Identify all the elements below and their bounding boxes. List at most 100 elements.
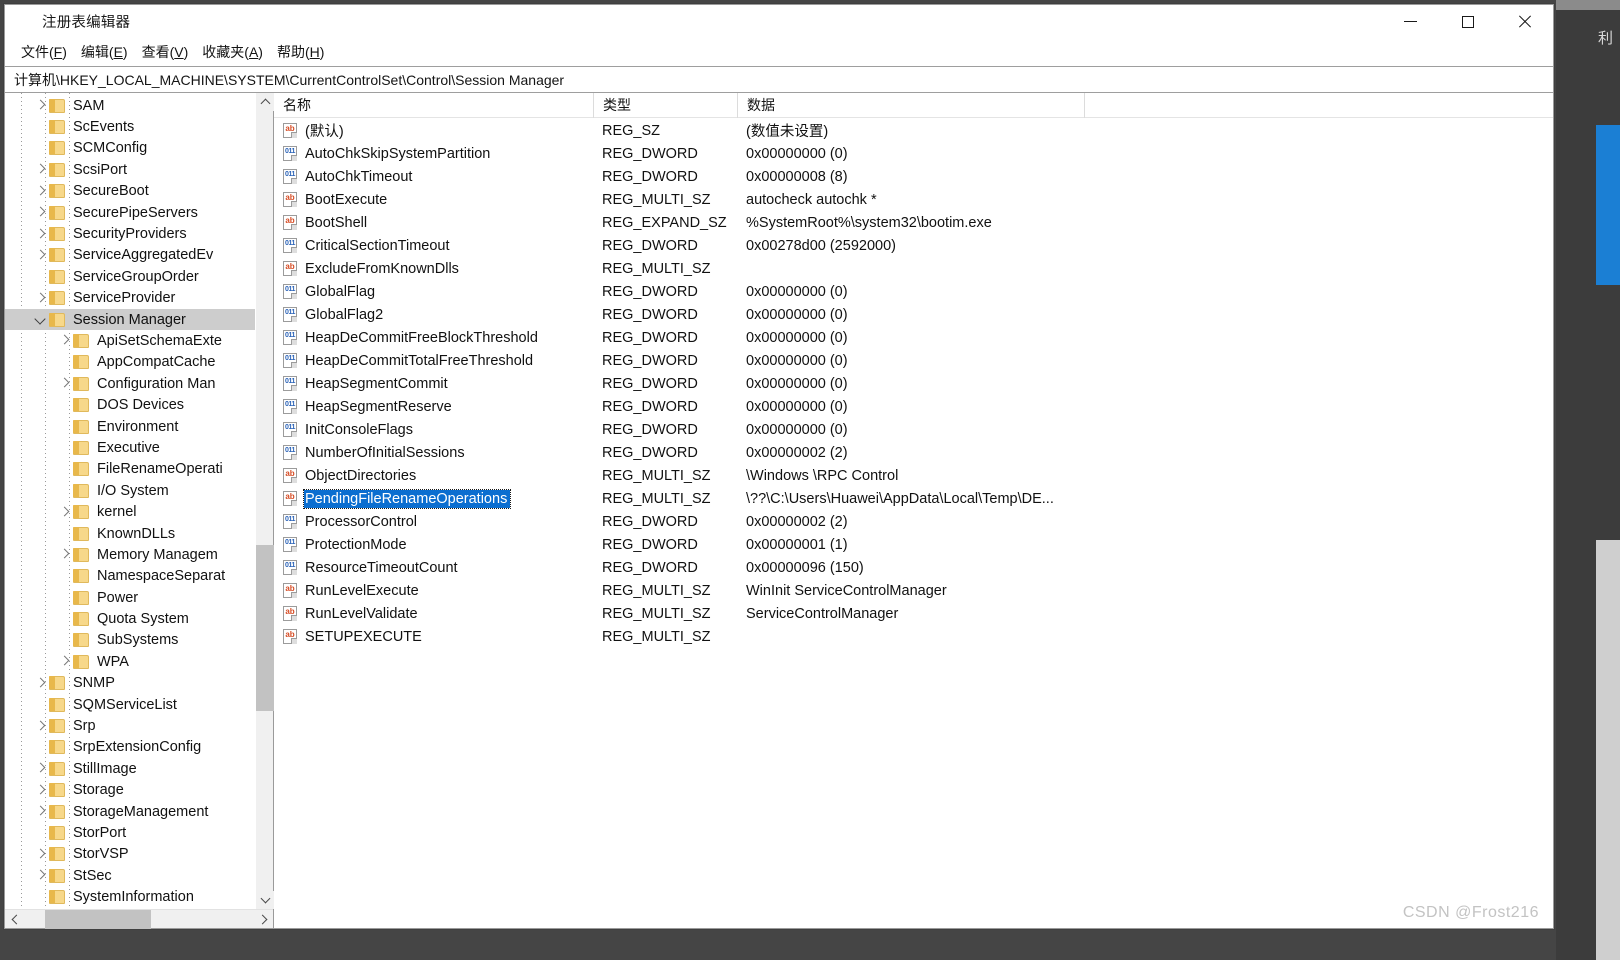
chevron-right-icon[interactable] <box>33 675 49 691</box>
tree-item-serviceaggregatedev[interactable]: ServiceAggregatedEv <box>5 245 255 266</box>
minimize-button[interactable] <box>1382 5 1439 38</box>
table-row[interactable]: 011GlobalFlagREG_DWORD0x00000000 (0) <box>274 280 1553 303</box>
menu-item-favorites[interactable]: 收藏夹(A) <box>198 39 273 66</box>
tree-vertical-scrollbar[interactable] <box>255 93 273 909</box>
table-row[interactable]: 011ProcessorControlREG_DWORD0x00000002 (… <box>274 510 1553 533</box>
table-row[interactable]: 011NumberOfInitialSessionsREG_DWORD0x000… <box>274 441 1553 464</box>
tree-item-securityproviders[interactable]: SecurityProviders <box>5 223 255 244</box>
chevron-right-icon[interactable] <box>33 718 49 734</box>
maximize-button[interactable] <box>1439 5 1496 38</box>
tree-item-quota-system[interactable]: Quota System <box>5 608 255 629</box>
tree-item-systeminformation[interactable]: SystemInformation <box>5 886 255 907</box>
table-row[interactable]: abExcludeFromKnownDllsREG_MULTI_SZ <box>274 257 1553 280</box>
chevron-up-icon[interactable] <box>256 93 274 111</box>
chevron-right-icon[interactable] <box>57 333 73 349</box>
tree-item-filerenameoperati[interactable]: FileRenameOperati <box>5 459 255 480</box>
table-row[interactable]: abRunLevelExecuteREG_MULTI_SZWinInit Ser… <box>274 579 1553 602</box>
chevron-down-icon[interactable] <box>256 891 274 909</box>
column-header-name[interactable]: 名称 <box>274 93 593 118</box>
tree-vscroll-thumb[interactable] <box>256 545 274 711</box>
table-row[interactable]: abPendingFileRenameOperationsREG_MULTI_S… <box>274 487 1553 510</box>
chevron-right-icon[interactable] <box>33 226 49 242</box>
tree-item-srpextensionconfig[interactable]: SrpExtensionConfig <box>5 737 255 758</box>
registry-tree[interactable]: SAMScEventsSCMConfigScsiPortSecureBootSe… <box>5 93 255 909</box>
tree-item-stsec[interactable]: StSec <box>5 865 255 886</box>
chevron-down-icon[interactable] <box>33 312 49 328</box>
tree-item-knowndlls[interactable]: KnownDLLs <box>5 523 255 544</box>
column-header-type[interactable]: 类型 <box>593 93 737 118</box>
tree-item-storagemanagement[interactable]: StorageManagement <box>5 801 255 822</box>
menu-item-view[interactable]: 查看(V) <box>138 39 199 66</box>
chevron-right-icon[interactable] <box>254 910 273 929</box>
table-row[interactable]: abBootExecuteREG_MULTI_SZautocheck autoc… <box>274 188 1553 211</box>
tree-item-scevents[interactable]: ScEvents <box>5 116 255 137</box>
tree-item-executive[interactable]: Executive <box>5 437 255 458</box>
chevron-right-icon[interactable] <box>57 504 73 520</box>
values-list[interactable]: ab(默认)REG_SZ(数值未设置)011AutoChkSkipSystemP… <box>274 118 1553 928</box>
tree-item-scsiport[interactable]: ScsiPort <box>5 159 255 180</box>
chevron-right-icon[interactable] <box>57 547 73 563</box>
chevron-right-icon[interactable] <box>57 376 73 392</box>
tree-item-storvsp[interactable]: StorVSP <box>5 844 255 865</box>
chevron-right-icon[interactable] <box>33 98 49 114</box>
chevron-right-icon[interactable] <box>33 782 49 798</box>
tree-item-wpa[interactable]: WPA <box>5 651 255 672</box>
column-header-data[interactable]: 数据 <box>737 93 1084 118</box>
tree-item-configuration-man[interactable]: Configuration Man <box>5 373 255 394</box>
tree-item-subsystems[interactable]: SubSystems <box>5 630 255 651</box>
tree-item-memory-managem[interactable]: Memory Managem <box>5 544 255 565</box>
tree-item-storport[interactable]: StorPort <box>5 822 255 843</box>
tree-item-storage[interactable]: Storage <box>5 780 255 801</box>
table-row[interactable]: abBootShellREG_EXPAND_SZ%SystemRoot%\sys… <box>274 211 1553 234</box>
tree-item-session-manager[interactable]: Session Manager <box>5 309 255 330</box>
table-row[interactable]: 011HeapDeCommitFreeBlockThresholdREG_DWO… <box>274 326 1553 349</box>
table-row[interactable]: 011ResourceTimeoutCountREG_DWORD0x000000… <box>274 556 1553 579</box>
chevron-right-icon[interactable] <box>33 804 49 820</box>
tree-horizontal-scrollbar[interactable] <box>5 909 273 928</box>
table-row[interactable]: ab(默认)REG_SZ(数值未设置) <box>274 119 1553 142</box>
tree-item-securepipeservers[interactable]: SecurePipeServers <box>5 202 255 223</box>
chevron-right-icon[interactable] <box>33 868 49 884</box>
tree-item-i-o-system[interactable]: I/O System <box>5 480 255 501</box>
menu-item-help[interactable]: 帮助(H) <box>273 39 334 66</box>
tree-item-power[interactable]: Power <box>5 587 255 608</box>
tree-item-snmp[interactable]: SNMP <box>5 673 255 694</box>
close-button[interactable] <box>1496 5 1553 38</box>
tree-item-namespaceseparat[interactable]: NamespaceSeparat <box>5 566 255 587</box>
table-row[interactable]: 011GlobalFlag2REG_DWORD0x00000000 (0) <box>274 303 1553 326</box>
tree-hscroll-thumb[interactable] <box>45 910 151 929</box>
table-row[interactable]: 011HeapSegmentReserveREG_DWORD0x00000000… <box>274 395 1553 418</box>
tree-item-secureboot[interactable]: SecureBoot <box>5 181 255 202</box>
chevron-right-icon[interactable] <box>33 247 49 263</box>
tree-item-environment[interactable]: Environment <box>5 416 255 437</box>
chevron-right-icon[interactable] <box>57 654 73 670</box>
address-bar[interactable]: 计算机\HKEY_LOCAL_MACHINE\SYSTEM\CurrentCon… <box>5 66 1553 93</box>
chevron-right-icon[interactable] <box>33 162 49 178</box>
chevron-right-icon[interactable] <box>33 290 49 306</box>
chevron-right-icon[interactable] <box>33 183 49 199</box>
table-row[interactable]: 011AutoChkSkipSystemPartitionREG_DWORD0x… <box>274 142 1553 165</box>
chevron-right-icon[interactable] <box>33 761 49 777</box>
table-row[interactable]: 011ProtectionModeREG_DWORD0x00000001 (1) <box>274 533 1553 556</box>
table-row[interactable]: abRunLevelValidateREG_MULTI_SZServiceCon… <box>274 602 1553 625</box>
table-row[interactable]: abObjectDirectoriesREG_MULTI_SZ\Windows … <box>274 464 1553 487</box>
tree-item-stillimage[interactable]: StillImage <box>5 758 255 779</box>
tree-item-sam[interactable]: SAM <box>5 95 255 116</box>
tree-item-dos-devices[interactable]: DOS Devices <box>5 394 255 415</box>
tree-item-apisetschemaexte[interactable]: ApiSetSchemaExte <box>5 330 255 351</box>
chevron-left-icon[interactable] <box>5 910 24 929</box>
table-row[interactable]: abSETUPEXECUTEREG_MULTI_SZ <box>274 625 1553 648</box>
tree-item-kernel[interactable]: kernel <box>5 501 255 522</box>
tree-item-srp[interactable]: Srp <box>5 715 255 736</box>
menu-item-file[interactable]: 文件(F) <box>17 39 77 66</box>
tree-item-appcompatcache[interactable]: AppCompatCache <box>5 352 255 373</box>
table-row[interactable]: 011HeapSegmentCommitREG_DWORD0x00000000 … <box>274 372 1553 395</box>
tree-item-servicegrouporder[interactable]: ServiceGroupOrder <box>5 266 255 287</box>
table-row[interactable]: 011InitConsoleFlagsREG_DWORD0x00000000 (… <box>274 418 1553 441</box>
tree-item-scmconfig[interactable]: SCMConfig <box>5 138 255 159</box>
tree-item-serviceprovider[interactable]: ServiceProvider <box>5 288 255 309</box>
table-row[interactable]: 011AutoChkTimeoutREG_DWORD0x00000008 (8) <box>274 165 1553 188</box>
tree-item-sqmservicelist[interactable]: SQMServiceList <box>5 694 255 715</box>
table-row[interactable]: 011CriticalSectionTimeoutREG_DWORD0x0027… <box>274 234 1553 257</box>
menu-item-edit[interactable]: 编辑(E) <box>77 39 138 66</box>
